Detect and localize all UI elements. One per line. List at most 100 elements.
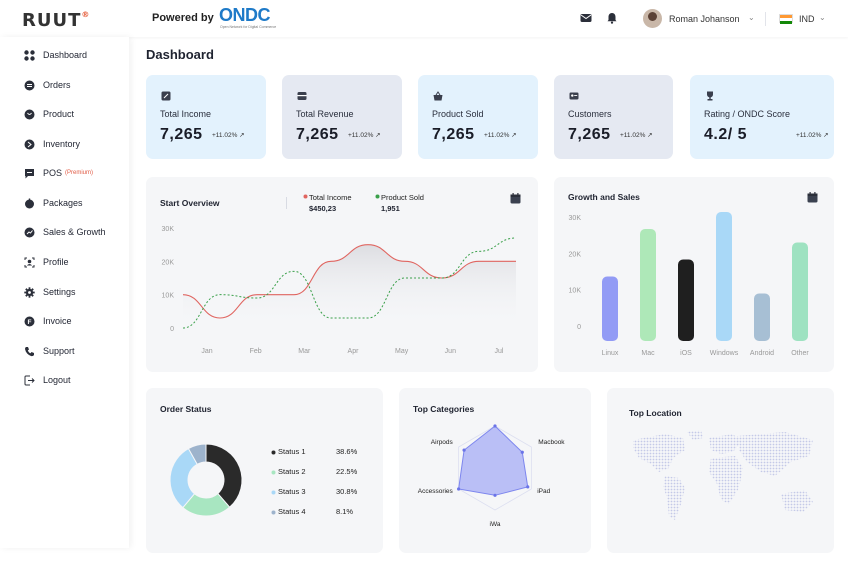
- growth-sales-panel: Growth and Sales 0 10K 20K 30K Linux Mac iOS Wi…: [554, 177, 834, 372]
- profile-icon: [24, 257, 35, 267]
- growth-bar-chart: 0 10K 20K 30K Linux Mac iOS Windows Android Other: [569, 212, 809, 357]
- pos-icon: [25, 168, 34, 178]
- sidebar-item-sales-growth[interactable]: Sales & Growth: [24, 224, 106, 240]
- map-greenland: [687, 430, 703, 440]
- user-name[interactable]: Roman Johanson: [669, 14, 740, 24]
- y-tick-label: 0: [170, 326, 174, 333]
- radar-point-iphone: [493, 424, 497, 428]
- y-tick-label: 30K: [162, 226, 175, 233]
- kpi-value: 4.2/ 5: [704, 126, 748, 143]
- calendar-icon[interactable]: [510, 193, 521, 204]
- sidebar-item-orders[interactable]: Orders: [24, 77, 71, 93]
- sidebar-item-inventory[interactable]: Inventory: [24, 136, 80, 152]
- status-label: Status 3: [278, 487, 306, 496]
- kpi-change: +11.02% ↗: [620, 132, 653, 139]
- trend-up-icon: ↗: [239, 132, 245, 139]
- sidebar-item-label: Support: [43, 346, 75, 356]
- x-tick-label: iOS: [680, 350, 692, 357]
- radar-area: [458, 425, 529, 496]
- sidebar: Dashboard Orders Product Inventory POS (…: [0, 37, 129, 548]
- chevron-down-icon[interactable]: ⌄: [748, 13, 755, 22]
- sidebar-item-profile[interactable]: Profile: [24, 254, 69, 270]
- radar-point-ipad: [526, 485, 530, 489]
- sidebar-item-invoice[interactable]: F Invoice: [24, 313, 72, 329]
- kpi-label: Total Income: [160, 109, 212, 119]
- status-percent: 22.5%: [336, 467, 358, 476]
- bar-mac: [640, 228, 656, 341]
- sidebar-item-label: Inventory: [43, 139, 81, 149]
- x-tick-label: Android: [750, 350, 774, 357]
- legend-income-label: Total Income: [309, 193, 352, 202]
- basket-icon: [433, 91, 443, 101]
- y-tick-label: 0: [577, 324, 581, 331]
- chevron-down-icon[interactable]: ⌄: [819, 13, 826, 22]
- product-icon: [24, 109, 35, 119]
- kpi-card-customers[interactable]: Customers 7,265 +11.02% ↗: [554, 75, 673, 159]
- grid-icon: [24, 49, 35, 61]
- sidebar-item-label: Orders: [43, 80, 71, 90]
- map-africa: [709, 456, 743, 504]
- status-dot: [271, 470, 276, 475]
- status-dot: [271, 450, 276, 455]
- world-map[interactable]: [625, 428, 825, 538]
- sidebar-item-logout[interactable]: Logout: [24, 372, 71, 388]
- status-dot: [271, 490, 276, 495]
- avatar[interactable]: [643, 9, 662, 28]
- logout-icon: [24, 375, 35, 385]
- x-tick-label: Apr: [348, 348, 360, 355]
- kpi-card-total-income[interactable]: Total Income 7,265 +11.02% ↗: [146, 75, 266, 159]
- status-dot: [271, 510, 276, 515]
- inventory-icon: [24, 139, 35, 149]
- package-icon: [25, 198, 34, 208]
- sidebar-item-product[interactable]: Product: [24, 106, 74, 122]
- sidebar-item-support[interactable]: Support: [24, 343, 75, 359]
- india-flag-icon[interactable]: [779, 14, 793, 24]
- x-tick-label: Mac: [641, 350, 655, 357]
- kpi-change: +11.02% ↗: [348, 132, 381, 139]
- sidebar-item-label: Dashboard: [43, 50, 88, 60]
- top-header: RUUT® Powered by ONDC Open Network for D…: [0, 0, 848, 37]
- sidebar-item-dashboard[interactable]: Dashboard: [24, 47, 87, 63]
- trend-up-icon: ↗: [823, 132, 829, 139]
- bell-icon[interactable]: [606, 12, 618, 24]
- kpi-change: +11.02% ↗: [484, 132, 517, 139]
- calendar-icon[interactable]: [807, 192, 818, 203]
- sidebar-item-label: Packages: [43, 198, 83, 208]
- radar-point-iwa: [493, 493, 497, 497]
- status-percent: 38.6%: [336, 447, 358, 456]
- status-label: Status 4: [278, 507, 306, 516]
- radar-label: Accessories: [418, 488, 454, 495]
- kpi-card-product-sold[interactable]: Product Sold 7,265 +11.02% ↗: [418, 75, 538, 159]
- kpi-card-rating[interactable]: Rating / ONDC Score 4.2/ 5 +11.02% ↗: [690, 75, 834, 159]
- panel-title: Top Location: [629, 408, 682, 418]
- x-tick-label: Other: [791, 350, 809, 357]
- sidebar-item-packages[interactable]: Packages: [24, 195, 83, 211]
- sidebar-item-label: Invoice: [43, 316, 72, 326]
- sidebar-item-settings[interactable]: Settings: [24, 284, 76, 300]
- overview-line-chart: 0 10K 20K 30K Jan Feb Mar Apr May Jun Jul: [162, 226, 517, 355]
- x-tick-label: Mar: [298, 348, 311, 355]
- growth-icon: [24, 227, 35, 237]
- kpi-card-total-revenue[interactable]: Total Revenue 7,265 +11.02% ↗: [282, 75, 402, 159]
- start-overview-panel: Start Overview Total Income $450,23 Prod…: [146, 177, 538, 372]
- status-label: Status 1: [278, 447, 306, 456]
- kpi-value: 7,265: [432, 126, 475, 143]
- x-tick-label: Linux: [602, 350, 619, 357]
- kpi-label: Customers: [568, 109, 612, 119]
- legend-dot-product: [375, 194, 380, 199]
- wallet-icon: [297, 92, 307, 100]
- sidebar-item-label: Logout: [43, 375, 71, 385]
- language-selector[interactable]: IND: [799, 14, 815, 24]
- powered-by-label: Powered by: [152, 12, 214, 24]
- legend-product-value: 1,951: [381, 204, 400, 213]
- gear-icon: [24, 286, 35, 298]
- radar-label: iWa: [490, 521, 501, 528]
- mail-icon[interactable]: [580, 12, 592, 24]
- y-tick-label: 10K: [162, 293, 175, 300]
- radar-point-macbook: [520, 450, 524, 454]
- header-divider: [765, 12, 766, 26]
- status-percent: 30.8%: [336, 487, 358, 496]
- ruut-logo[interactable]: RUUT®: [22, 10, 90, 31]
- sidebar-item-label: Sales & Growth: [43, 227, 106, 237]
- sidebar-item-pos[interactable]: POS (Premium): [24, 165, 93, 181]
